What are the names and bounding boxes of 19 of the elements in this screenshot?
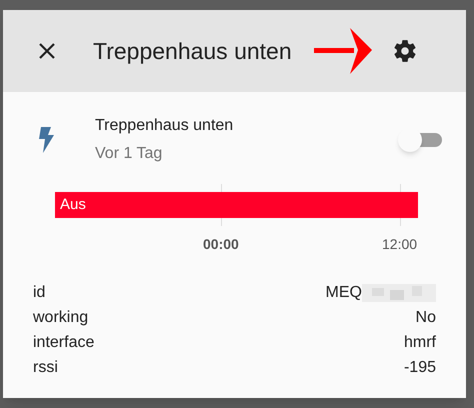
lightning-icon (39, 127, 55, 153)
attribute-value: hmrf (404, 333, 436, 353)
attribute-name: working (33, 308, 88, 328)
attribute-value: No (416, 308, 436, 328)
entity-name: Treppenhaus unten (95, 116, 234, 136)
last-changed: Vor 1 Tag (95, 144, 164, 164)
settings-icon (392, 38, 418, 64)
dialog-title: Treppenhaus unten (93, 36, 292, 66)
attribute-name: rssi (33, 358, 58, 378)
annotation-arrow (314, 26, 372, 76)
axis-label: 12:00 (382, 235, 418, 254)
toggle-switch[interactable] (398, 128, 444, 152)
attribute-value: -195 (404, 358, 436, 378)
attribute-value: MEQ (326, 283, 362, 303)
attribute-name: id (33, 283, 46, 303)
close-icon (38, 42, 56, 60)
attribute-name: interface (33, 333, 94, 353)
axis-label: 00:00 (203, 235, 239, 254)
timeline-label: Aus (60, 194, 86, 215)
